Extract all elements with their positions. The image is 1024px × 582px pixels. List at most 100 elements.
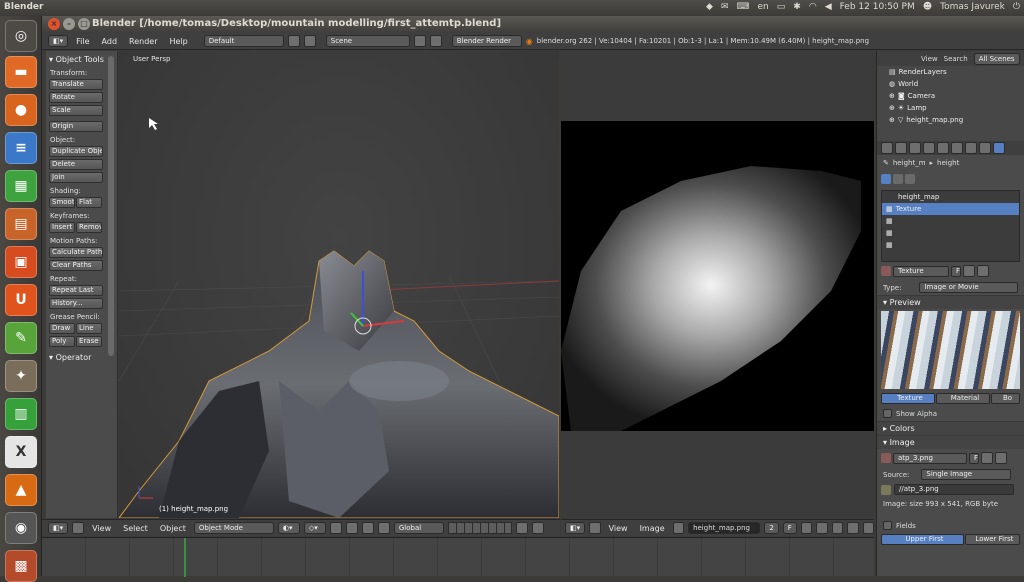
outliner-item-world[interactable]: ◍ World (889, 78, 1024, 90)
remove-image-icon[interactable] (816, 522, 828, 534)
files-icon[interactable]: ▬ (5, 56, 37, 88)
pin-icon[interactable]: ✎ (883, 159, 889, 167)
texture-slot-height-map[interactable]: height_map (882, 191, 1019, 203)
breadcrumb-texture[interactable]: height (937, 159, 959, 167)
brush-texture-icon[interactable] (905, 174, 915, 184)
maximize-icon[interactable]: □ (78, 18, 90, 30)
image-name-field[interactable]: atp_3.png (893, 452, 967, 464)
texture-slot-empty[interactable]: ▦ (882, 215, 1019, 227)
writer-icon[interactable]: ≡ (5, 132, 37, 164)
bluetooth-icon[interactable]: ✱ (793, 2, 801, 12)
image-source-selector[interactable]: Single Image (921, 469, 1012, 480)
preview-tab-texture[interactable]: Texture (881, 393, 935, 404)
inkscape-icon[interactable]: ✎ (5, 322, 37, 354)
editor-type-button[interactable]: ◧▾ (565, 522, 586, 534)
panel-colors[interactable]: ▸ Colors (877, 421, 1024, 435)
manipulator-icon[interactable] (329, 522, 342, 534)
poly-button[interactable]: Poly (49, 336, 75, 347)
world-texture-icon[interactable] (893, 174, 903, 184)
texture-tab-icon[interactable] (993, 142, 1005, 154)
image-browse-icon[interactable] (672, 522, 685, 534)
expand-icon[interactable]: ⊕ (889, 90, 895, 102)
blender-icon[interactable]: ◉ (5, 512, 37, 544)
image-filepath-field[interactable]: //atp_3.png (894, 484, 1014, 495)
impress-icon[interactable]: ▤ (5, 208, 37, 240)
menu-image[interactable]: Image (636, 524, 669, 533)
collapse-menus-icon[interactable] (589, 522, 601, 534)
vlc-icon[interactable]: ▲ (5, 474, 37, 506)
lock-icon[interactable] (515, 522, 528, 534)
menu-search[interactable]: Search (944, 55, 968, 63)
layer-buttons[interactable] (447, 522, 512, 534)
spreadsheet-icon[interactable]: ▥ (5, 398, 37, 430)
dropbox-icon[interactable]: ◆ (706, 2, 713, 12)
power-icon[interactable]: ⏻ (1013, 2, 1020, 12)
image-users-count[interactable]: 2 (764, 522, 779, 534)
flat-button[interactable]: Flat (76, 197, 102, 208)
render-tab-icon[interactable] (881, 142, 893, 154)
expand-icon[interactable]: ⊕ (889, 114, 895, 126)
language-indicator[interactable]: en (758, 2, 769, 12)
remove-image-icon[interactable] (995, 452, 1008, 464)
lyx-icon[interactable]: X (5, 436, 37, 468)
timeline[interactable] (42, 537, 874, 577)
breadcrumb-object[interactable]: height_m (893, 159, 926, 167)
pin-icon[interactable] (831, 522, 844, 534)
pivot-selector[interactable]: ◇▾ (303, 522, 326, 534)
clock[interactable]: Feb 12 10:50 PM (840, 2, 915, 12)
add-image-icon[interactable] (981, 452, 994, 464)
smooth-button[interactable]: Smooth (49, 197, 75, 208)
panel-object-tools[interactable]: ▾ Object Tools (49, 55, 114, 64)
rotate-manip-icon[interactable] (361, 522, 374, 534)
minimize-icon[interactable]: – (63, 18, 75, 30)
history-button[interactable]: History... (49, 298, 103, 309)
image-browse-icon[interactable] (881, 453, 891, 463)
panel-preview[interactable]: ▾ Preview (877, 295, 1024, 309)
panel-image[interactable]: ▾ Image (877, 435, 1024, 449)
texture-slot-empty[interactable]: ▦ (882, 239, 1019, 251)
object-tab-icon[interactable] (923, 142, 935, 154)
rotate-button[interactable]: Rotate (49, 92, 103, 103)
wifi-icon[interactable]: ◠ (809, 2, 817, 12)
panel-operator[interactable]: ▾ Operator (49, 353, 114, 362)
scale-button[interactable]: Scale (49, 105, 103, 116)
erase-button[interactable]: Erase (76, 336, 102, 347)
constraints-tab-icon[interactable] (937, 142, 949, 154)
remove-scene-icon[interactable] (429, 35, 442, 47)
add-layout-icon[interactable] (287, 35, 300, 47)
expand-icon[interactable]: ⊕ (889, 102, 895, 114)
outliner-item-renderlayers[interactable]: ▤ RenderLayers (889, 66, 1024, 78)
firefox-icon[interactable]: ● (5, 94, 37, 126)
image-fake-user-button[interactable]: F (969, 452, 980, 464)
scene-tab-icon[interactable] (895, 142, 907, 154)
tool-shelf-scrollbar[interactable] (108, 56, 114, 356)
outliner-item-height-map[interactable]: ⊕ ▽ height_map.png (889, 114, 1024, 126)
archive-icon[interactable]: ▩ (5, 550, 37, 582)
menu-view[interactable]: View (921, 55, 938, 63)
image-fake-user-button[interactable]: F (782, 522, 797, 534)
modifiers-tab-icon[interactable] (951, 142, 963, 154)
gimp-icon[interactable]: ✦ (5, 360, 37, 392)
render-icon[interactable] (531, 522, 544, 534)
texture-slot-texture[interactable]: ▦ Texture (882, 203, 1019, 215)
volume-icon[interactable]: ◀ (825, 2, 832, 12)
fields-checkbox[interactable] (883, 521, 892, 530)
scale-manip-icon[interactable] (377, 522, 390, 534)
collapse-menus-icon[interactable] (72, 522, 85, 534)
render-engine-selector[interactable]: Blender Render (451, 35, 522, 47)
mode-selector[interactable]: Object Mode (193, 522, 274, 534)
menu-file[interactable]: File (72, 37, 93, 46)
editor-type-button[interactable]: ◧▾ (48, 522, 69, 534)
battery-icon[interactable]: ▭ (777, 2, 786, 12)
origin-button[interactable]: Origin (49, 121, 103, 132)
texture-slot-empty[interactable]: ▦ (882, 227, 1019, 239)
remove-keyframe-button[interactable]: Remov (76, 222, 102, 233)
ubuntu-one-icon[interactable]: U (5, 284, 37, 316)
remove-layout-icon[interactable] (303, 35, 316, 47)
add-image-icon[interactable] (800, 522, 813, 534)
menu-view[interactable]: View (88, 524, 115, 533)
menu-object[interactable]: Object (156, 524, 190, 533)
texture-fake-user-button[interactable]: F (951, 265, 962, 277)
world-tab-icon[interactable] (909, 142, 921, 154)
shading-selector[interactable]: ◐▾ (277, 522, 300, 534)
